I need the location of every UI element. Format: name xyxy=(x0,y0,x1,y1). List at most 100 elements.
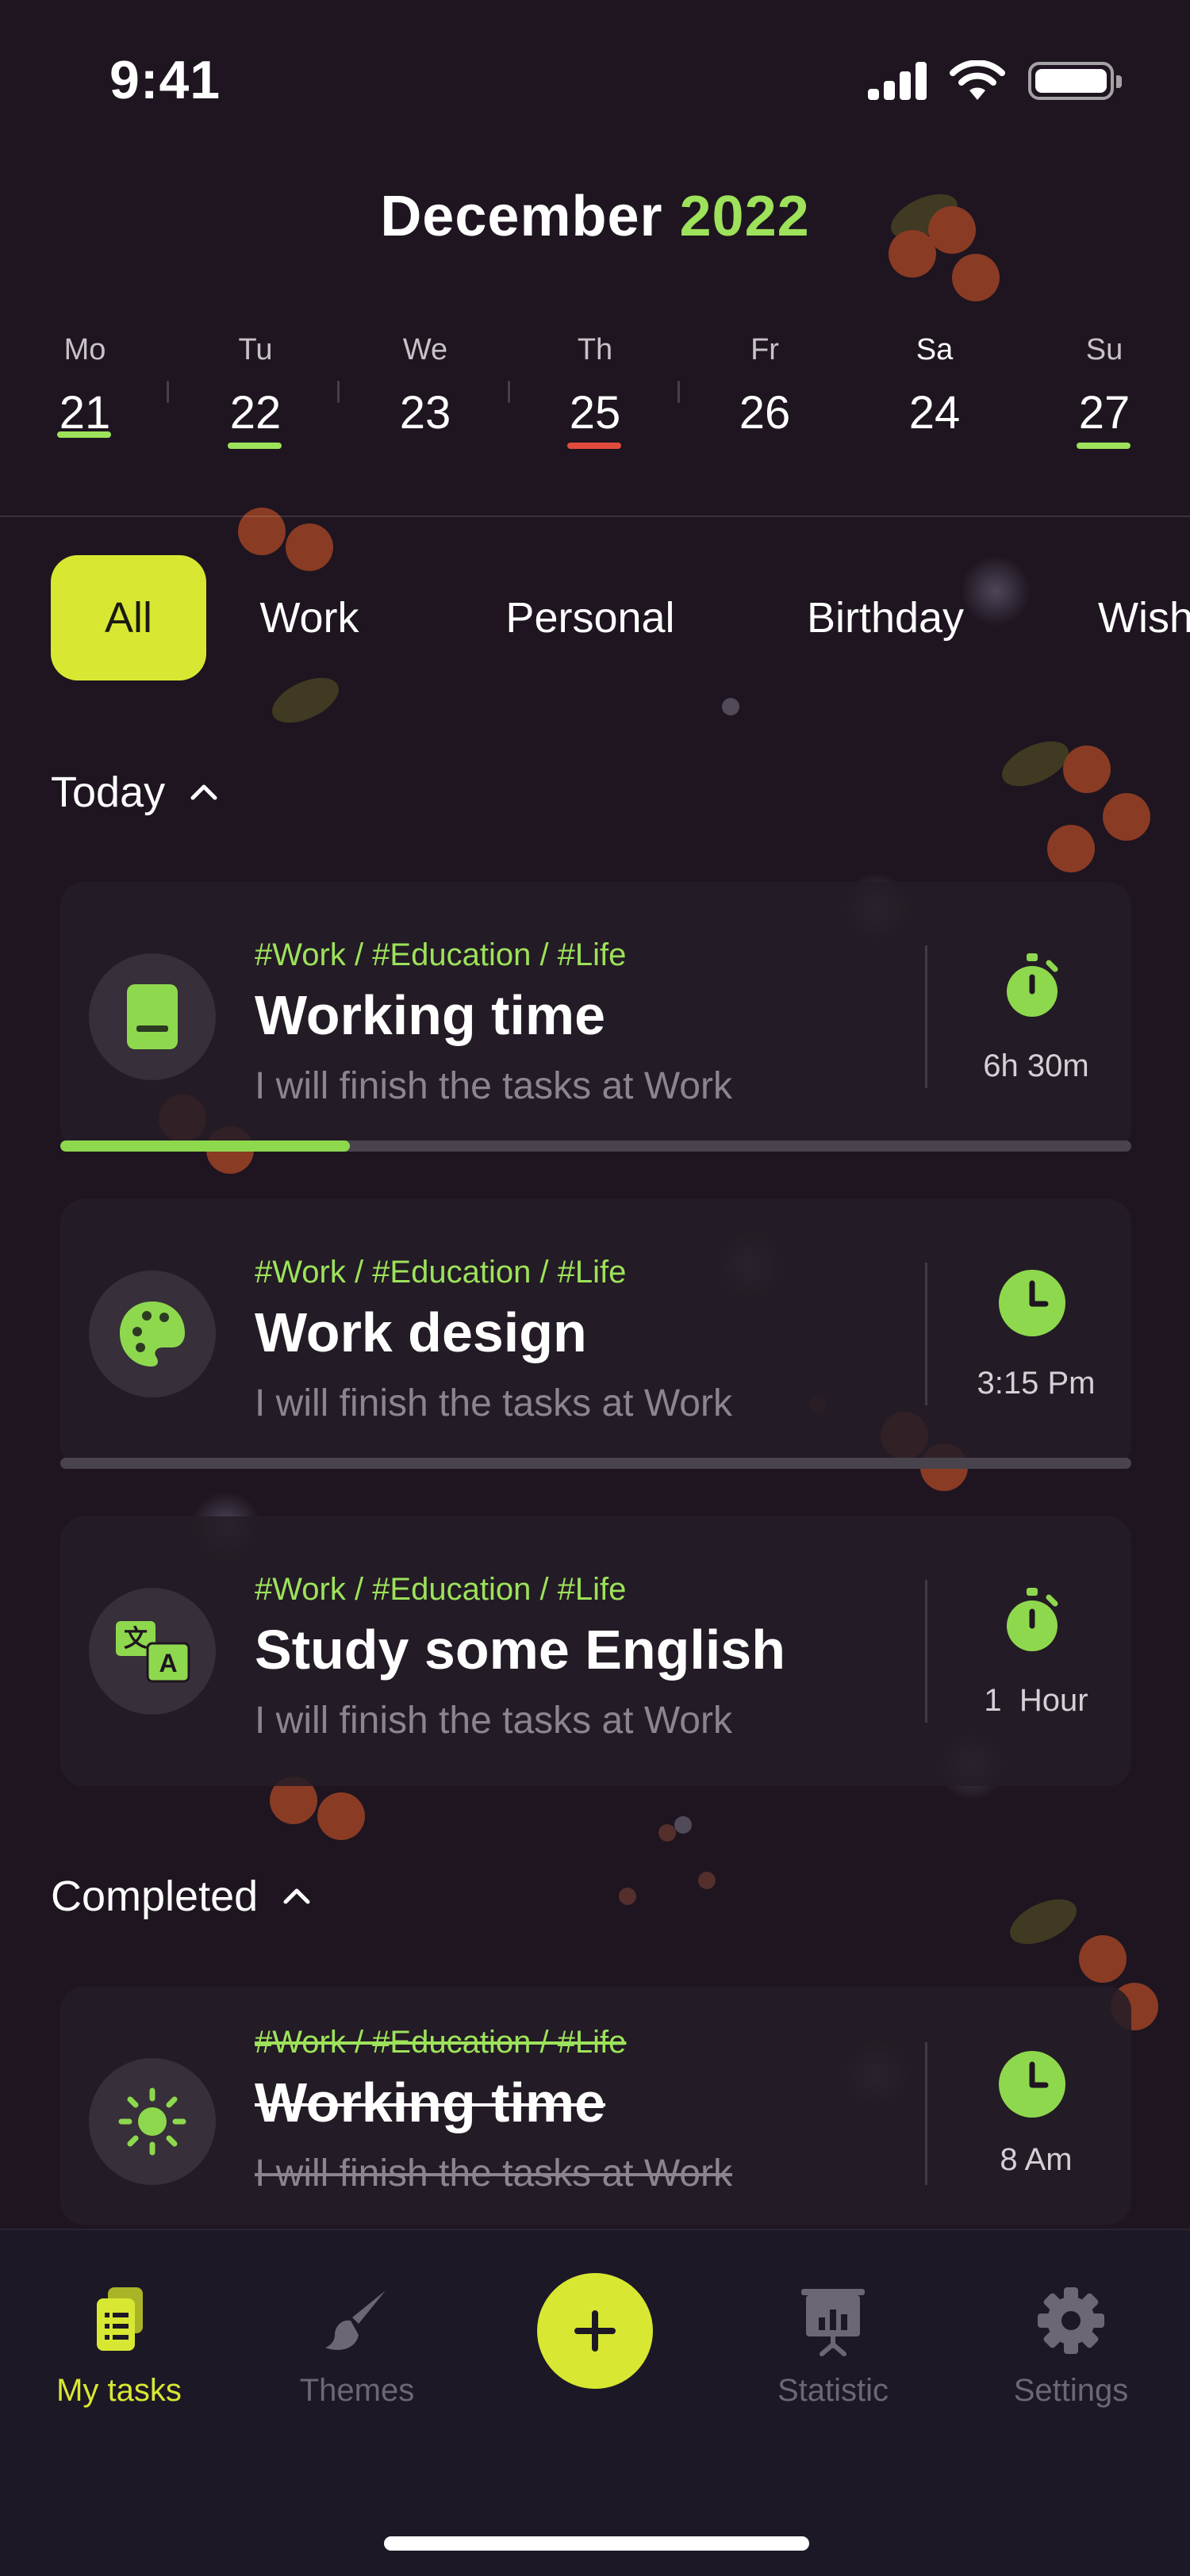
task-subtitle: I will finish the tasks at Work xyxy=(255,2152,732,2195)
svg-text:文: 文 xyxy=(124,1625,148,1652)
filter-chip-all[interactable]: All xyxy=(51,555,206,680)
day-name: We xyxy=(402,333,448,366)
nav-label: Statistic xyxy=(777,2373,889,2408)
task-title: Working time xyxy=(255,984,606,1046)
day-name: Fr xyxy=(750,333,779,366)
notebook-icon xyxy=(127,984,178,1049)
plus-icon xyxy=(574,2310,616,2352)
day-marker xyxy=(567,443,621,449)
translate-icon: 文 A xyxy=(116,1621,190,1683)
day-cell-sa[interactable]: Sa 24 xyxy=(879,333,990,476)
day-cell-tu[interactable]: Tu 22 xyxy=(200,333,311,476)
task-tags: #Work / #Education / #Life xyxy=(255,2025,627,2060)
bottom-navigation: My tasks Themes Statistic Settings xyxy=(0,2229,1190,2576)
day-marker xyxy=(1077,443,1130,449)
card-divider xyxy=(925,2042,927,2185)
home-indicator[interactable] xyxy=(384,2536,809,2551)
stopwatch-icon xyxy=(1007,953,1058,1017)
day-marker xyxy=(228,443,282,449)
filter-chip-work[interactable]: Work xyxy=(238,555,381,680)
task-card[interactable]: #Work / #Education / #Life Work design I… xyxy=(60,1199,1131,1469)
task-title: Study some English xyxy=(255,1619,785,1681)
completed-task-card[interactable]: #Work / #Education / #Life Working time … xyxy=(60,1987,1131,2225)
task-icon-badge xyxy=(89,2058,216,2185)
stopwatch-icon xyxy=(1007,1588,1058,1651)
day-cell-su[interactable]: Su 27 xyxy=(1049,333,1160,476)
card-divider xyxy=(925,1580,927,1723)
gear-icon xyxy=(1038,2287,1104,2354)
task-card[interactable]: 文 A #Work / #Education / #Life Study som… xyxy=(60,1516,1131,1786)
nav-label: Themes xyxy=(299,2373,415,2408)
day-number: 26 xyxy=(739,387,791,439)
task-title: Working time xyxy=(255,2072,606,2133)
chevron-up-icon xyxy=(283,1888,310,1904)
clipboard-list-icon xyxy=(97,2287,143,2351)
day-cell-th[interactable]: Th 25 xyxy=(539,333,651,476)
clock-icon xyxy=(999,2051,1065,2118)
task-duration: 6h 30m xyxy=(983,1048,1089,1083)
svg-text:A: A xyxy=(159,1649,177,1677)
day-marker xyxy=(57,431,111,438)
nav-label: Settings xyxy=(1013,2373,1129,2408)
day-cell-fr[interactable]: Fr 26 xyxy=(709,333,820,476)
sun-icon xyxy=(118,2087,186,2156)
presentation-chart-icon xyxy=(801,2289,865,2356)
task-subtitle: I will finish the tasks at Work xyxy=(255,1700,732,1742)
task-icon-badge xyxy=(89,1271,216,1397)
palette-icon xyxy=(120,1301,185,1367)
task-icon-badge: 文 A xyxy=(89,1588,216,1715)
task-card[interactable]: #Work / #Education / #Life Working time … xyxy=(60,882,1131,1152)
task-subtitle: I will finish the tasks at Work xyxy=(255,1065,732,1107)
task-tags: #Work / #Education / #Life xyxy=(255,937,627,972)
card-divider xyxy=(925,945,927,1088)
completed-section-header[interactable]: Completed xyxy=(51,1872,312,1921)
month-label: December xyxy=(380,185,663,248)
task-duration: 1 Hour xyxy=(984,1683,1088,1718)
day-number: 22 xyxy=(229,387,282,439)
week-strip: Mo 21 Tu 22 We 23 Th 25 Fr 26 Sa 24 Su 2… xyxy=(0,333,1190,476)
day-number: 24 xyxy=(908,387,961,439)
nav-settings[interactable]: Settings xyxy=(968,2283,1174,2409)
task-progress-bar xyxy=(60,1458,1131,1469)
day-cell-mo[interactable]: Mo 21 xyxy=(29,333,140,476)
cellular-signal-icon xyxy=(868,62,928,100)
task-tags: #Work / #Education / #Life xyxy=(255,1255,627,1290)
task-icon-badge xyxy=(89,953,216,1080)
filter-chips: All Work Personal Birthday Wish xyxy=(51,555,1190,682)
nav-statistic[interactable]: Statistic xyxy=(730,2283,936,2409)
nav-themes[interactable]: Themes xyxy=(254,2283,460,2409)
battery-icon xyxy=(1028,62,1122,100)
progress-fill xyxy=(60,1140,350,1152)
day-name: Sa xyxy=(916,333,954,366)
day-number: 25 xyxy=(569,387,621,439)
add-task-button[interactable] xyxy=(537,2273,653,2389)
clock-icon xyxy=(999,1270,1065,1336)
wifi-icon xyxy=(950,60,1005,100)
header-divider xyxy=(0,516,1190,517)
status-bar: 9:41 xyxy=(0,0,1190,159)
status-time: 9:41 xyxy=(109,50,221,110)
task-tags: #Work / #Education / #Life xyxy=(255,1572,627,1607)
day-name: Th xyxy=(577,333,613,366)
day-name: Tu xyxy=(238,333,273,366)
task-title: Work design xyxy=(255,1301,587,1363)
section-title: Today xyxy=(51,769,166,816)
section-title: Completed xyxy=(51,1873,259,1920)
task-time: 8 Am xyxy=(1000,2142,1073,2177)
day-name: Su xyxy=(1085,333,1123,366)
task-subtitle: I will finish the tasks at Work xyxy=(255,1382,732,1424)
month-title[interactable]: December 2022 xyxy=(0,184,1190,249)
today-section-header[interactable]: Today xyxy=(51,768,219,817)
nav-my-tasks[interactable]: My tasks xyxy=(16,2283,222,2409)
task-progress-bar xyxy=(60,1140,1131,1152)
day-number: 27 xyxy=(1078,387,1130,439)
task-time: 3:15 Pm xyxy=(977,1366,1096,1401)
year-label: 2022 xyxy=(679,185,810,248)
card-divider xyxy=(925,1263,927,1405)
paintbrush-icon xyxy=(325,2290,386,2350)
day-name: Mo xyxy=(63,333,106,366)
filter-chip-wish[interactable]: Wish xyxy=(1098,555,1190,680)
filter-chip-personal[interactable]: Personal xyxy=(495,555,685,680)
filter-chip-birthday[interactable]: Birthday xyxy=(792,555,979,680)
day-cell-we[interactable]: We 23 xyxy=(370,333,481,476)
